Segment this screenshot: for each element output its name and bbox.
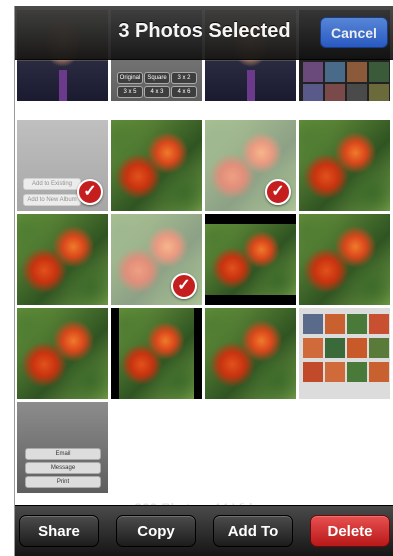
checkmark-icon: ✓ <box>265 179 291 205</box>
crop-option: Square <box>144 72 170 84</box>
tie <box>59 70 67 101</box>
album-button: Add to Existing <box>23 178 81 190</box>
photo-thumbnail[interactable] <box>299 214 390 305</box>
grid-tile <box>369 314 389 334</box>
photo-thumbnail[interactable] <box>17 214 108 305</box>
grid-tile <box>325 362 345 382</box>
grid-tile <box>347 62 367 82</box>
grid-tile <box>325 62 345 82</box>
photo-thumbnail[interactable] <box>299 120 390 211</box>
crop-option: Original <box>117 72 143 84</box>
photo-thumbnail[interactable] <box>17 308 108 399</box>
crop-option: 4 x 3 <box>144 86 170 98</box>
action-toolbar: Share Copy Add To Delete <box>15 505 393 556</box>
grid-tile <box>303 314 323 334</box>
grid-tile <box>347 314 367 334</box>
grid-tile <box>303 84 323 101</box>
cancel-button[interactable]: Cancel <box>320 17 388 48</box>
album-button: Add to New Album <box>23 194 81 206</box>
share-sheet-button: Email <box>25 448 101 460</box>
photo-thumbnail[interactable] <box>111 120 202 211</box>
photo-thumbnail-selected[interactable]: ✓ <box>111 214 202 305</box>
grid-tile <box>325 314 345 334</box>
photo-thumbnail[interactable] <box>205 214 296 305</box>
share-sheet-button: Print <box>25 476 101 488</box>
photo-thumbnail[interactable] <box>111 308 202 399</box>
navigation-bar: 3 Photos Selected Cancel <box>15 6 393 60</box>
photo-library-screen: Original Square 3 x 2 3 x 5 4 x 3 4 x 6 … <box>14 6 393 556</box>
crop-option: 3 x 2 <box>171 72 197 84</box>
crop-option: 3 x 5 <box>117 86 143 98</box>
copy-button[interactable]: Copy <box>116 515 196 547</box>
grid-tile <box>369 338 389 358</box>
grid-tile <box>347 84 367 101</box>
photo-thumbnail-selected[interactable]: ✓ <box>205 120 296 211</box>
photo-thumbnail-selected[interactable]: Add to Existing Add to New Album ✓ <box>17 120 108 211</box>
grid-tile <box>325 338 345 358</box>
checkmark-icon: ✓ <box>171 273 197 299</box>
share-button[interactable]: Share <box>19 515 99 547</box>
photo-thumbnail[interactable] <box>299 308 390 399</box>
photo-thumbnail[interactable]: Email Message Print <box>17 402 108 493</box>
grid-tile <box>369 62 389 82</box>
grid-tile <box>347 362 367 382</box>
grid-tile <box>347 338 367 358</box>
grid-tile <box>369 84 389 101</box>
share-sheet-button: Message <box>25 462 101 474</box>
add-to-button[interactable]: Add To <box>213 515 293 547</box>
checkmark-icon: ✓ <box>77 179 103 205</box>
tie <box>247 70 255 101</box>
crop-option: 4 x 6 <box>171 86 197 98</box>
delete-button[interactable]: Delete <box>310 515 390 547</box>
photo-thumbnail[interactable] <box>205 308 296 399</box>
grid-tile <box>325 84 345 101</box>
grid-tile <box>303 362 323 382</box>
grid-tile <box>303 62 323 82</box>
grid-tile <box>369 362 389 382</box>
grid-tile <box>303 338 323 358</box>
